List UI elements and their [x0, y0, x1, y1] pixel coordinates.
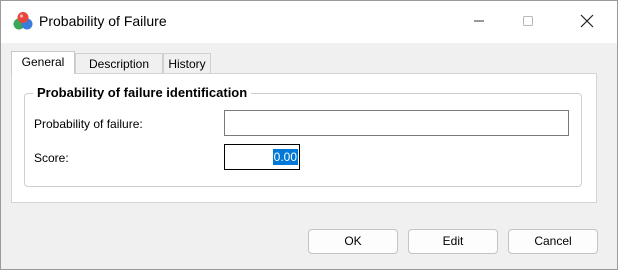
window-title: Probability of Failure — [39, 13, 167, 29]
tab-general[interactable]: General — [11, 51, 75, 74]
general-tab-panel: Probability of failure identification Pr… — [11, 73, 597, 203]
maximize-icon — [523, 16, 533, 26]
dialog-window: Probability of Failure General Descripti… — [0, 0, 618, 270]
minimize-icon — [474, 20, 484, 22]
tab-description[interactable]: Description — [75, 53, 163, 73]
tab-history[interactable]: History — [163, 53, 211, 73]
probability-of-failure-input[interactable] — [224, 110, 569, 136]
groupbox-title: Probability of failure identification — [33, 84, 252, 102]
title-bar[interactable]: Probability of Failure — [1, 1, 617, 43]
close-button[interactable] — [564, 1, 610, 41]
minimize-button[interactable] — [456, 1, 502, 41]
cancel-button[interactable]: Cancel — [508, 229, 598, 254]
probability-of-failure-label: Probability of failure: — [34, 117, 143, 131]
ok-button[interactable]: OK — [308, 229, 398, 254]
close-icon — [580, 14, 594, 28]
maximize-button[interactable] — [505, 1, 551, 41]
score-input[interactable]: 0.00 — [224, 144, 300, 170]
colored-spheres-icon — [12, 11, 34, 31]
edit-button[interactable]: Edit — [408, 229, 498, 254]
identification-groupbox: Probability of failure identification Pr… — [24, 84, 582, 187]
score-value: 0.00 — [272, 149, 298, 165]
score-label: Score: — [34, 151, 69, 165]
